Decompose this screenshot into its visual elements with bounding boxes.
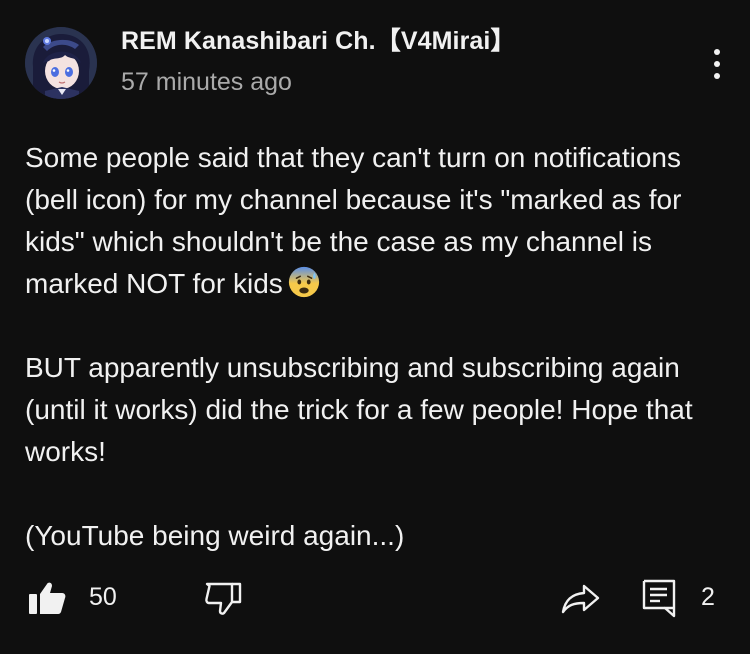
- thumbs-up-filled-icon: [29, 582, 66, 614]
- share-arrow-icon: [561, 584, 600, 614]
- comment-count: 2: [701, 583, 715, 611]
- channel-avatar[interactable]: [25, 27, 97, 99]
- post-paragraph: (YouTube being weird again...): [25, 520, 405, 551]
- like-count: 50: [89, 583, 117, 611]
- post-paragraph: BUT apparently unsubscribing and subscri…: [25, 352, 693, 467]
- vertical-ellipsis-icon: [714, 73, 720, 79]
- comment-icon: [642, 579, 676, 618]
- post-actions-bar: 50 2: [0, 570, 750, 626]
- share-button[interactable]: [560, 580, 600, 616]
- post-paragraph-text: Some people said that they can't turn on…: [25, 142, 682, 299]
- post-timestamp[interactable]: 57 minutes ago: [121, 65, 516, 99]
- channel-name[interactable]: REM Kanashibari Ch.【V4Mirai】: [121, 24, 516, 58]
- avatar-image: [25, 27, 97, 99]
- thumbs-down-outline-icon: [205, 582, 242, 615]
- vertical-ellipsis-icon: [714, 49, 720, 55]
- anxious-face-with-sweat-icon: [288, 266, 319, 298]
- community-post: REM Kanashibari Ch.【V4Mirai】 57 minutes …: [0, 0, 750, 654]
- more-options-button[interactable]: [700, 44, 734, 84]
- post-body: Some people said that they can't turn on…: [25, 137, 725, 599]
- post-header: REM Kanashibari Ch.【V4Mirai】 57 minutes …: [121, 24, 516, 99]
- post-paragraph: Some people said that they can't turn on…: [25, 137, 725, 305]
- vertical-ellipsis-icon: [714, 61, 720, 67]
- comments-button[interactable]: [641, 578, 677, 618]
- dislike-button[interactable]: [204, 580, 244, 616]
- like-button[interactable]: [27, 580, 67, 616]
